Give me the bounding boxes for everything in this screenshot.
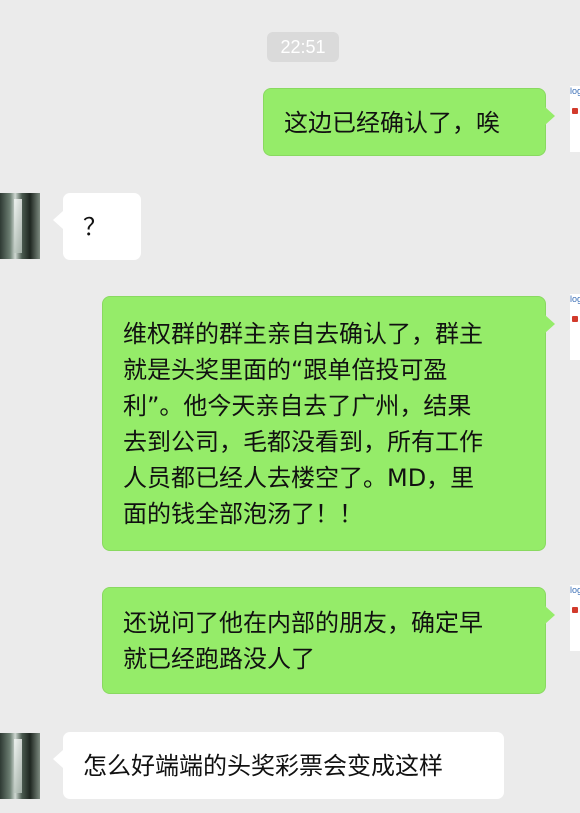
- self-avatar[interactable]: log: [570, 86, 580, 152]
- message-bubble-outgoing[interactable]: 这边已经确认了，唉: [263, 88, 555, 156]
- bubble-tail: [545, 107, 555, 125]
- message-bubble-outgoing[interactable]: 还说问了他在内部的朋友，确定早 就已经跑路没人了: [102, 587, 555, 694]
- message-bubble-outgoing[interactable]: 维权群的群主亲自去确认了，群主 就是头奖里面的“跟单倍投可盈 利”。他今天亲自去…: [102, 296, 555, 551]
- message-text: 这边已经确认了，唉: [284, 109, 500, 137]
- bubble-tail: [53, 750, 63, 768]
- avatar-logo-text: log: [570, 585, 580, 595]
- bubble-tail: [545, 606, 555, 624]
- message-bubble-incoming[interactable]: 怎么好端端的头奖彩票会变成这样: [53, 731, 505, 800]
- message-text: 维权群的群主亲自去确认了，群主 就是头奖里面的“跟单倍投可盈 利”。他今天亲自去…: [123, 320, 483, 528]
- message-text: ？: [83, 213, 107, 241]
- self-avatar[interactable]: log: [570, 585, 580, 651]
- bubble-tail: [53, 211, 63, 229]
- self-avatar[interactable]: log: [570, 294, 580, 360]
- avatar-logo-text: log: [570, 86, 580, 96]
- contact-avatar[interactable]: [0, 733, 40, 799]
- bubble-tail: [545, 315, 555, 333]
- message-text: 还说问了他在内部的朋友，确定早 就已经跑路没人了: [123, 609, 483, 673]
- contact-avatar[interactable]: [0, 193, 40, 259]
- avatar-logo-text: log: [570, 294, 580, 304]
- avatar-logo-mark: [572, 108, 578, 114]
- avatar-logo-mark: [572, 316, 578, 322]
- timestamp-badge: 22:51: [267, 32, 339, 62]
- message-bubble-incoming[interactable]: ？: [53, 192, 142, 261]
- avatar-logo-mark: [572, 607, 578, 613]
- message-text: 怎么好端端的头奖彩票会变成这样: [83, 752, 443, 780]
